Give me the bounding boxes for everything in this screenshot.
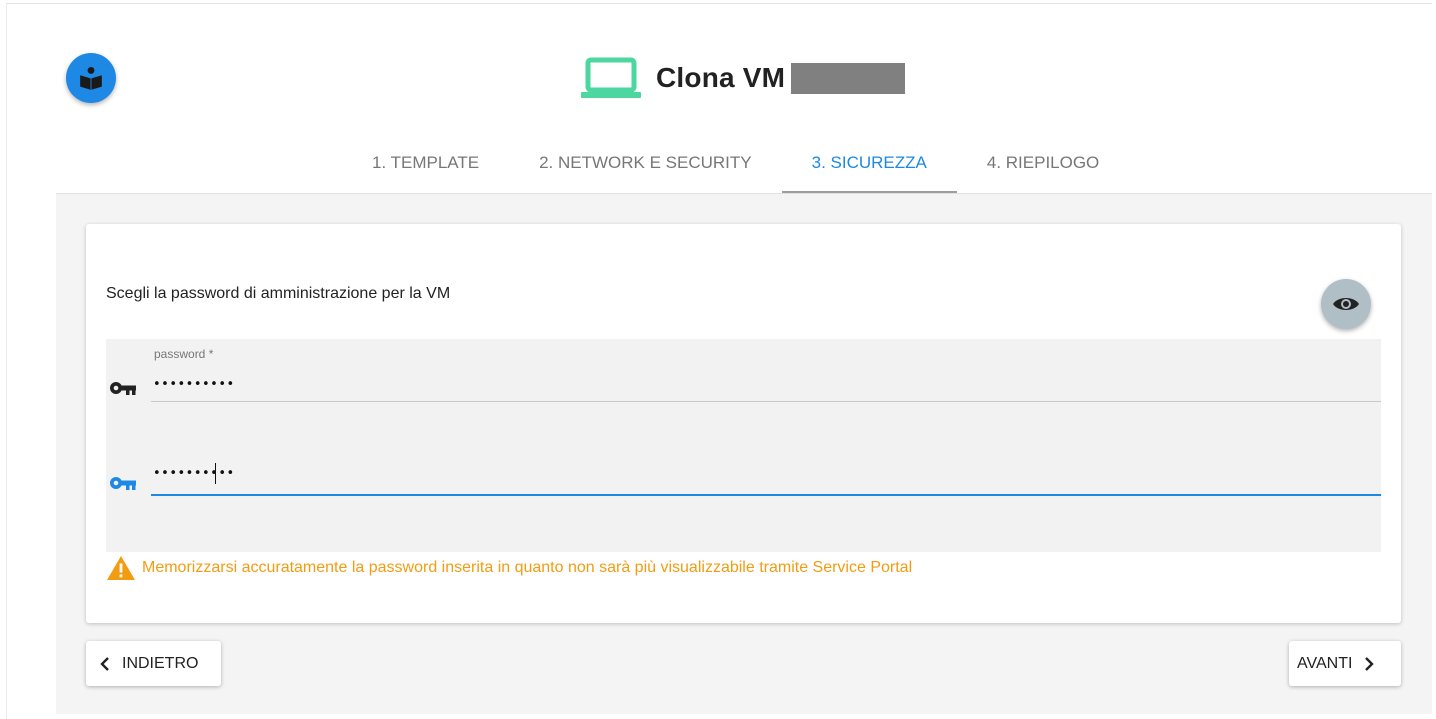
- password-warning: Memorizzarsi accuratamente la password i…: [106, 555, 912, 581]
- book-reader-icon: [80, 66, 102, 90]
- tab-template[interactable]: 1. TEMPLATE: [342, 140, 509, 193]
- back-button[interactable]: INDIETRO: [86, 641, 221, 686]
- page-title: Clona VM: [656, 62, 786, 93]
- tab-sicurezza[interactable]: 3. SICUREZZA: [781, 140, 957, 193]
- next-button-label: AVANTI: [1297, 654, 1353, 672]
- password-field: password *: [151, 345, 1381, 402]
- text-caret: [215, 463, 216, 484]
- wizard-tabs: 1. TEMPLATE 2. NETWORK E SECURITY 3. SIC…: [342, 140, 1129, 193]
- key-icon: [110, 477, 136, 490]
- password-label: password *: [154, 347, 214, 361]
- chevron-left-icon: [100, 656, 109, 671]
- toggle-password-visibility-button[interactable]: [1321, 279, 1371, 329]
- warning-icon: [107, 556, 135, 580]
- page-header: Clona VM: [580, 56, 906, 100]
- confirm-password-field: [151, 449, 1381, 496]
- password-instruction: Scegli la password di amministrazione pe…: [106, 285, 451, 302]
- chevron-right-icon: [1365, 656, 1375, 671]
- tab-riepilogo[interactable]: 4. RIEPILOGO: [957, 140, 1129, 193]
- redacted-vm-name: [791, 62, 906, 94]
- help-button[interactable]: [66, 53, 116, 103]
- laptop-icon: [581, 57, 641, 98]
- password-form: password *: [106, 339, 1381, 552]
- security-card: Scegli la password di amministrazione pe…: [86, 224, 1401, 623]
- confirm-password-input[interactable]: [153, 461, 1253, 485]
- next-button[interactable]: AVANTI: [1289, 641, 1401, 686]
- tab-network-security[interactable]: 2. NETWORK E SECURITY: [509, 140, 782, 193]
- back-button-label: INDIETRO: [122, 654, 199, 672]
- password-input[interactable]: [153, 373, 1253, 395]
- key-icon: [110, 382, 136, 395]
- eye-icon: [1333, 298, 1359, 310]
- warning-text: Memorizzarsi accuratamente la password i…: [142, 559, 913, 576]
